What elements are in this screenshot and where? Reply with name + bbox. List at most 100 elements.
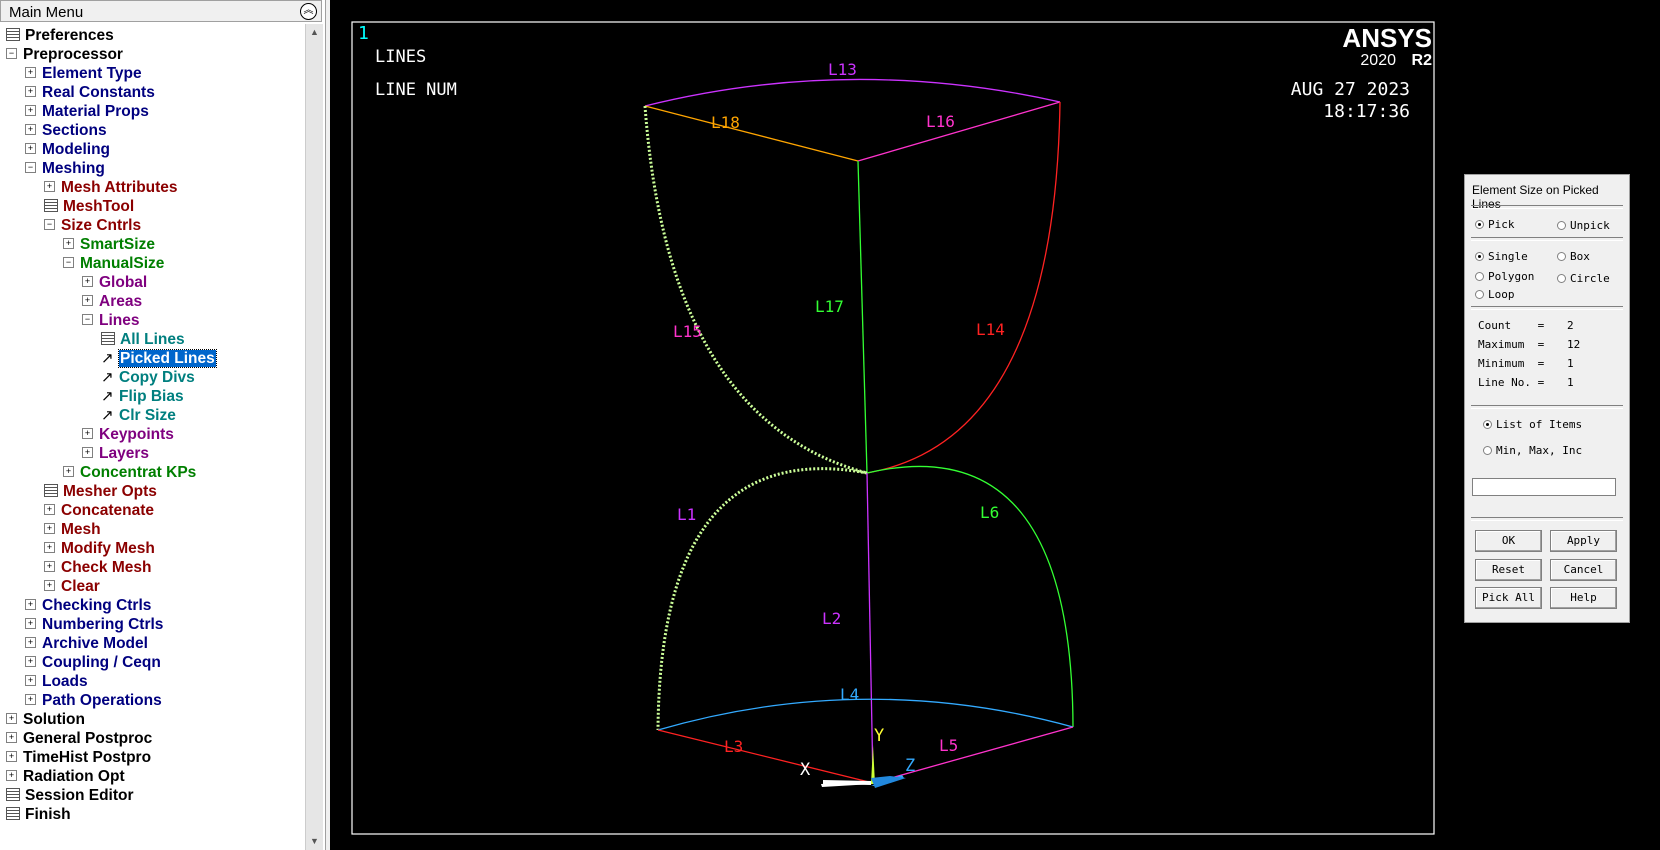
tree-item-flip-bias[interactable]: ↗ Flip Bias bbox=[101, 387, 184, 406]
expand-plus-icon[interactable]: + bbox=[44, 523, 55, 535]
tree-item-clr-size[interactable]: ↗ Clr Size bbox=[101, 406, 176, 425]
tree-item-clear[interactable]: + Clear bbox=[44, 577, 100, 596]
pick-all-button[interactable]: Pick All bbox=[1475, 587, 1542, 609]
expand-plus-icon[interactable]: + bbox=[82, 447, 93, 459]
reset-button[interactable]: Reset bbox=[1475, 559, 1542, 581]
tree-item-lines[interactable]: − Lines bbox=[82, 311, 139, 330]
expand-plus-icon[interactable]: + bbox=[25, 694, 36, 706]
single-radio[interactable]: Single bbox=[1475, 250, 1528, 263]
tree-item-general-postproc[interactable]: + General Postproc bbox=[6, 729, 152, 748]
tree-item-loads[interactable]: + Loads bbox=[25, 672, 88, 691]
collapse-minus-icon[interactable]: − bbox=[25, 162, 36, 174]
tree-item-numbering-ctrls[interactable]: + Numbering Ctrls bbox=[25, 615, 163, 634]
expand-plus-icon[interactable]: + bbox=[25, 105, 36, 117]
tree-item-concatenate[interactable]: + Concatenate bbox=[44, 501, 154, 520]
expand-plus-icon[interactable]: + bbox=[25, 143, 36, 155]
expand-plus-icon[interactable]: + bbox=[25, 618, 36, 630]
tree-item-material-props[interactable]: + Material Props bbox=[25, 102, 149, 121]
tree-item-areas[interactable]: + Areas bbox=[82, 292, 142, 311]
collapse-minus-icon[interactable]: − bbox=[6, 48, 17, 60]
tree-item-sections[interactable]: + Sections bbox=[25, 121, 107, 140]
tree-item-meshtool[interactable]: MeshTool bbox=[44, 197, 134, 216]
tree-item-solution[interactable]: + Solution bbox=[6, 710, 85, 729]
tree-item-finish[interactable]: Finish bbox=[6, 805, 71, 824]
expand-plus-icon[interactable]: + bbox=[25, 675, 36, 687]
polygon-radio[interactable]: Polygon bbox=[1475, 270, 1534, 283]
expand-plus-icon[interactable]: + bbox=[44, 542, 55, 554]
expand-plus-icon[interactable]: + bbox=[6, 732, 17, 744]
pick-arrow-icon: ↗ bbox=[101, 407, 114, 424]
tree-item-picked-lines[interactable]: ↗ Picked Lines bbox=[101, 349, 217, 368]
tree-item-meshing[interactable]: − Meshing bbox=[25, 159, 105, 178]
pick-radio[interactable]: Pick bbox=[1475, 218, 1515, 231]
tree-item-keypoints[interactable]: + Keypoints bbox=[82, 425, 174, 444]
tree-item-smartsize[interactable]: + SmartSize bbox=[63, 235, 155, 254]
tree-item-modeling[interactable]: + Modeling bbox=[25, 140, 110, 159]
circle-radio[interactable]: Circle bbox=[1557, 272, 1610, 285]
box-radio[interactable]: Box bbox=[1557, 250, 1590, 263]
tree-item-archive-model[interactable]: + Archive Model bbox=[25, 634, 148, 653]
expand-plus-icon[interactable]: + bbox=[44, 561, 55, 573]
expand-plus-icon[interactable]: + bbox=[44, 181, 55, 193]
label-L17: L17 bbox=[815, 297, 844, 316]
tree-item-real-constants[interactable]: + Real Constants bbox=[25, 83, 155, 102]
tree-item-concentrat-kps[interactable]: + Concentrat KPs bbox=[63, 463, 196, 482]
expand-plus-icon[interactable]: + bbox=[6, 751, 17, 763]
scroll-up-arrow-icon[interactable]: ▲ bbox=[306, 24, 323, 41]
help-button[interactable]: Help bbox=[1550, 587, 1617, 609]
expand-plus-icon[interactable]: + bbox=[25, 124, 36, 136]
expand-plus-icon[interactable]: + bbox=[25, 67, 36, 79]
expand-plus-icon[interactable]: + bbox=[82, 295, 93, 307]
list-of-items-radio[interactable]: List of Items bbox=[1483, 418, 1582, 431]
double-chevron-up-icon[interactable]: ︽ bbox=[300, 3, 317, 20]
plot-title: LINES bbox=[375, 47, 426, 67]
tree-item-element-type[interactable]: + Element Type bbox=[25, 64, 142, 83]
expand-plus-icon[interactable]: + bbox=[25, 656, 36, 668]
tree-item-preferences[interactable]: Preferences bbox=[6, 26, 114, 45]
expand-plus-icon[interactable]: + bbox=[63, 238, 74, 250]
tree-item-all-lines[interactable]: All Lines bbox=[101, 330, 185, 349]
collapse-minus-icon[interactable]: − bbox=[82, 314, 93, 326]
expand-plus-icon[interactable]: + bbox=[63, 466, 74, 478]
unpick-radio[interactable]: Unpick bbox=[1557, 219, 1610, 232]
tree-scrollbar[interactable]: ▲ ▼ bbox=[305, 24, 323, 850]
apply-button[interactable]: Apply bbox=[1550, 530, 1617, 552]
tree-item-check-mesh[interactable]: + Check Mesh bbox=[44, 558, 151, 577]
pick-entry-input[interactable] bbox=[1472, 478, 1616, 496]
collapse-minus-icon[interactable]: − bbox=[44, 219, 55, 231]
tree-item-coupling-ceqn[interactable]: + Coupling / Ceqn bbox=[25, 653, 161, 672]
expand-plus-icon[interactable]: + bbox=[6, 770, 17, 782]
cancel-button[interactable]: Cancel bbox=[1550, 559, 1617, 581]
expand-plus-icon[interactable]: + bbox=[82, 428, 93, 440]
min-max-inc-radio[interactable]: Min, Max, Inc bbox=[1483, 444, 1582, 457]
tree-item-radiation-opt[interactable]: + Radiation Opt bbox=[6, 767, 125, 786]
graphics-window[interactable]: 1 LINES LINE NUM ANSYS 2020 R2 AUG 27 20… bbox=[330, 0, 1660, 850]
tree-item-preprocessor[interactable]: − Preprocessor bbox=[6, 45, 123, 64]
collapse-minus-icon[interactable]: − bbox=[63, 257, 74, 269]
tree-item-global[interactable]: + Global bbox=[82, 273, 147, 292]
tree-item-copy-divs[interactable]: ↗ Copy Divs bbox=[101, 368, 195, 387]
tree-item-label: Material Props bbox=[42, 103, 149, 120]
tree-item-modify-mesh[interactable]: + Modify Mesh bbox=[44, 539, 155, 558]
expand-plus-icon[interactable]: + bbox=[25, 599, 36, 611]
expand-plus-icon[interactable]: + bbox=[44, 580, 55, 592]
tree-item-layers[interactable]: + Layers bbox=[82, 444, 149, 463]
tree-item-label: Numbering Ctrls bbox=[42, 616, 164, 633]
tree-item-timehist-postpro[interactable]: + TimeHist Postpro bbox=[6, 748, 151, 767]
ok-button[interactable]: OK bbox=[1475, 530, 1542, 552]
tree-item-mesh-attributes[interactable]: + Mesh Attributes bbox=[44, 178, 178, 197]
tree-item-size-cntrls[interactable]: − Size Cntrls bbox=[44, 216, 141, 235]
tree-item-checking-ctrls[interactable]: + Checking Ctrls bbox=[25, 596, 151, 615]
expand-plus-icon[interactable]: + bbox=[6, 713, 17, 725]
tree-item-path-operations[interactable]: + Path Operations bbox=[25, 691, 162, 710]
expand-plus-icon[interactable]: + bbox=[25, 86, 36, 98]
tree-item-mesher-opts[interactable]: Mesher Opts bbox=[44, 482, 157, 501]
tree-item-mesh[interactable]: + Mesh bbox=[44, 520, 101, 539]
tree-item-session-editor[interactable]: Session Editor bbox=[6, 786, 134, 805]
expand-plus-icon[interactable]: + bbox=[82, 276, 93, 288]
tree-item-manualsize[interactable]: − ManualSize bbox=[63, 254, 164, 273]
expand-plus-icon[interactable]: + bbox=[25, 637, 36, 649]
loop-radio[interactable]: Loop bbox=[1475, 288, 1515, 301]
expand-plus-icon[interactable]: + bbox=[44, 504, 55, 516]
scroll-down-arrow-icon[interactable]: ▼ bbox=[306, 833, 323, 850]
